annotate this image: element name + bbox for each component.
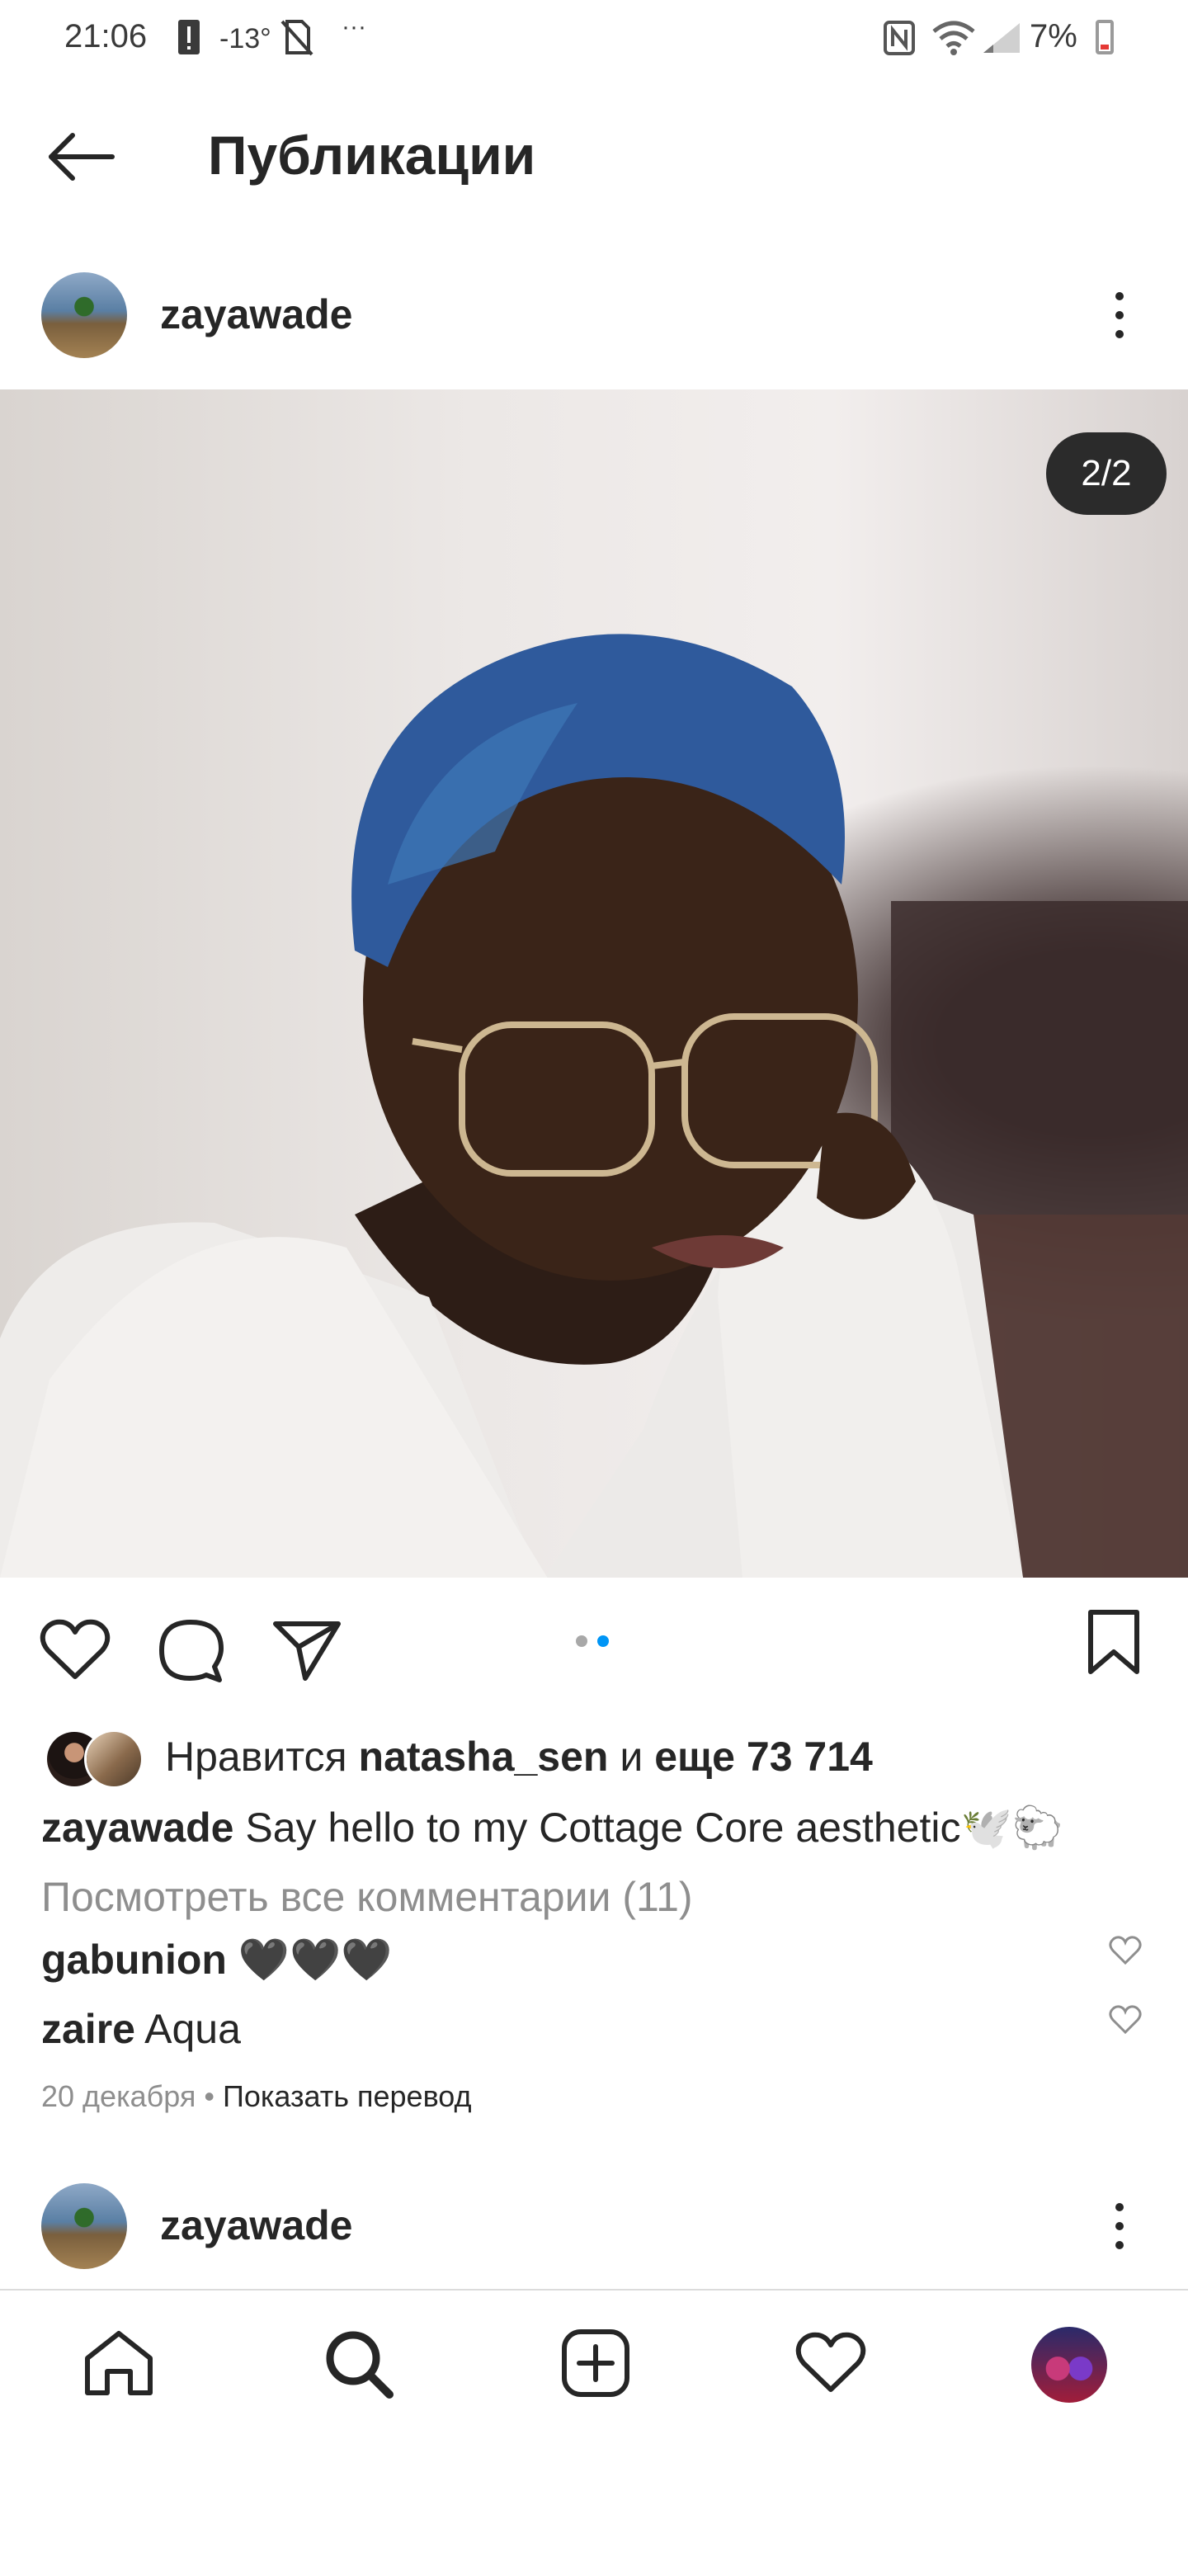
likes-user[interactable]: natasha_sen — [359, 1734, 609, 1780]
activity-icon[interactable] — [795, 2332, 866, 2394]
no-sim-icon — [280, 20, 314, 56]
search-icon[interactable] — [323, 2328, 394, 2399]
home-icon[interactable] — [82, 2328, 155, 2398]
bookmark-icon[interactable] — [1086, 1609, 1142, 1677]
post-meta: 20 декабря • Показать перевод — [41, 2079, 472, 2114]
comment-like-icon[interactable] — [1109, 1936, 1142, 1965]
more-options-icon[interactable] — [1115, 292, 1124, 338]
signal-icon — [983, 23, 1020, 53]
post-date: 20 декабря — [41, 2079, 196, 2113]
likes-prefix: Нравится — [165, 1734, 359, 1780]
battery-percent: 7% — [1030, 18, 1077, 54]
back-arrow-icon[interactable] — [46, 132, 116, 182]
caption-username[interactable]: zayawade — [41, 1805, 233, 1851]
caption-text: Say hello to my Cottage Core aesthetic🕊️… — [233, 1805, 1064, 1851]
post-caption: zayawade Say hello to my Cottage Core ae… — [41, 1804, 1063, 1852]
view-all-comments-link[interactable]: Посмотреть все комментарии (11) — [41, 1873, 693, 1921]
temperature: -13° — [219, 23, 271, 54]
portrait-illustration — [0, 634, 1188, 1578]
translate-link[interactable]: Показать перевод — [223, 2079, 472, 2113]
likes-count[interactable]: еще 73 714 — [654, 1734, 873, 1780]
new-post-icon[interactable] — [561, 2328, 630, 2398]
carousel-dot-2-active — [597, 1635, 609, 1647]
carousel-dot-1 — [576, 1635, 587, 1647]
likes-middle: и — [608, 1734, 655, 1780]
comment-row: gabunion 🖤🖤🖤 — [41, 1936, 393, 1984]
meta-separator: • — [196, 2079, 223, 2113]
comment-like-icon[interactable] — [1109, 2005, 1142, 2035]
image-counter-badge: 2/2 — [1046, 432, 1167, 515]
page-title: Публикации — [208, 125, 536, 186]
comment-username[interactable]: zaire — [41, 2006, 135, 2052]
alert-icon — [178, 20, 200, 54]
comment-icon[interactable] — [157, 1617, 224, 1685]
liker-avatar-2[interactable] — [84, 1729, 144, 1789]
nfc-icon — [884, 21, 915, 55]
next-post-avatar[interactable] — [41, 2183, 127, 2269]
battery-icon — [1096, 20, 1114, 54]
more-options-icon[interactable] — [1115, 2203, 1124, 2249]
next-post-username[interactable]: zayawade — [160, 2201, 352, 2249]
profile-avatar[interactable] — [1031, 2327, 1107, 2403]
post-author-avatar[interactable] — [41, 272, 127, 358]
like-icon[interactable] — [40, 1619, 111, 1682]
comment-row: zaire Aqua — [41, 2005, 241, 2053]
likes-summary[interactable]: Нравится natasha_sen и еще 73 714 — [165, 1733, 873, 1781]
post-image[interactable]: 2/2 — [0, 389, 1188, 1578]
bottom-navigation — [0, 2289, 1188, 2576]
share-icon[interactable] — [272, 1619, 342, 1682]
comment-text: Aqua — [134, 2006, 241, 2052]
status-time: 21:06 — [64, 18, 148, 54]
wifi-icon — [932, 21, 975, 55]
post-username[interactable]: zayawade — [160, 290, 352, 338]
comment-username[interactable]: gabunion — [41, 1937, 227, 1983]
comment-text: 🖤🖤🖤 — [226, 1937, 393, 1983]
more-indicator: ··· — [342, 13, 366, 40]
status-bar: 21:06 -13° ··· 7% — [0, 0, 1188, 76]
